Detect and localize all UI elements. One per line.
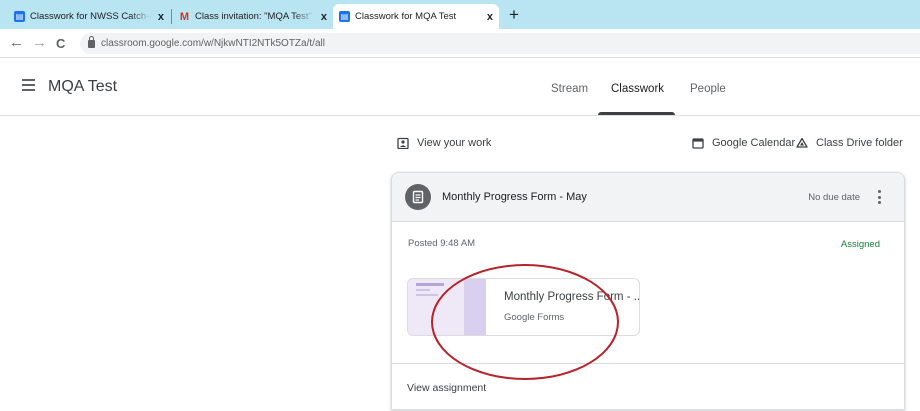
new-tab-button[interactable]: + — [509, 5, 519, 25]
attachment-title: Monthly Progress Form - ... — [504, 291, 640, 303]
due-date: No due date — [808, 192, 860, 203]
attachment-google-form[interactable]: Monthly Progress Form - ... Google Forms — [407, 278, 640, 336]
google-calendar-label: Google Calendar — [712, 137, 796, 149]
active-tab-indicator — [598, 112, 675, 115]
close-tab-icon[interactable]: x — [158, 11, 164, 23]
lock-icon — [88, 35, 95, 48]
classroom-icon: ▤ — [339, 11, 350, 22]
main-menu-icon[interactable] — [22, 79, 35, 91]
google-calendar-link[interactable]: Google Calendar — [692, 137, 795, 149]
browser-tab-label: Classwork for MQA Test — [355, 11, 457, 22]
url-input[interactable]: classroom.google.com/w/NjkwNTI2NTk5OTZa/… — [80, 33, 920, 54]
browser-tab-label: Class invitation: "MQA Test" - no — [195, 11, 315, 22]
forward-button[interactable]: → — [32, 34, 47, 51]
calendar-icon — [692, 138, 704, 149]
status-badge: Assigned — [840, 239, 880, 250]
url-text: classroom.google.com/w/NjkwNTI2NTk5OTZa/… — [101, 38, 325, 49]
view-assignment-link[interactable]: View assignment — [407, 382, 486, 394]
address-bar: ← → C classroom.google.com/w/NjkwNTI2NTk… — [0, 29, 920, 58]
view-your-work-label: View your work — [417, 137, 492, 149]
view-your-work-link[interactable]: View your work — [397, 137, 491, 149]
assignment-card-header[interactable]: Monthly Progress Form - May No due date — [392, 173, 904, 222]
app-header: MQA Test Stream Classwork People — [0, 59, 920, 116]
class-drive-folder-label: Class Drive folder — [816, 137, 903, 149]
browser-tab-label: Classwork for NWSS Catch-A-Cal — [30, 11, 152, 22]
attachment-type: Google Forms — [504, 312, 565, 323]
assignment-icon — [405, 184, 431, 210]
tab-stream[interactable]: Stream — [551, 83, 588, 95]
assignment-card: Monthly Progress Form - May No due date … — [391, 172, 905, 410]
assignment-title[interactable]: Monthly Progress Form - May — [442, 191, 587, 203]
more-options-icon[interactable] — [878, 190, 882, 205]
assignment-ind-icon — [397, 137, 409, 149]
close-tab-icon[interactable]: x — [487, 11, 493, 23]
class-name[interactable]: MQA Test — [48, 78, 117, 96]
form-thumbnail — [408, 279, 486, 335]
gmail-icon: M — [179, 10, 190, 23]
browser-tab-gmail[interactable]: M Class invitation: "MQA Test" - no x — [173, 4, 333, 29]
browser-tab-classwork-nwss[interactable]: ▤ Classwork for NWSS Catch-A-Cal x — [8, 4, 170, 29]
classroom-icon: ▤ — [14, 11, 25, 22]
class-drive-folder-link[interactable]: Class Drive folder — [796, 137, 903, 149]
browser-tab-strip: ▤ Classwork for NWSS Catch-A-Cal x M Cla… — [0, 0, 920, 29]
browser-tab-classwork-mqa[interactable]: ▤ Classwork for MQA Test x — [333, 4, 499, 29]
back-button[interactable]: ← — [9, 34, 24, 51]
close-tab-icon[interactable]: x — [321, 11, 327, 23]
assignment-card-footer: View assignment — [392, 363, 904, 411]
reload-button[interactable]: C — [56, 36, 65, 51]
tab-people[interactable]: People — [690, 83, 726, 95]
posted-time: Posted 9:48 AM — [408, 238, 476, 249]
drive-icon — [796, 137, 808, 148]
tab-separator — [171, 9, 172, 24]
tab-classwork[interactable]: Classwork — [611, 83, 664, 95]
